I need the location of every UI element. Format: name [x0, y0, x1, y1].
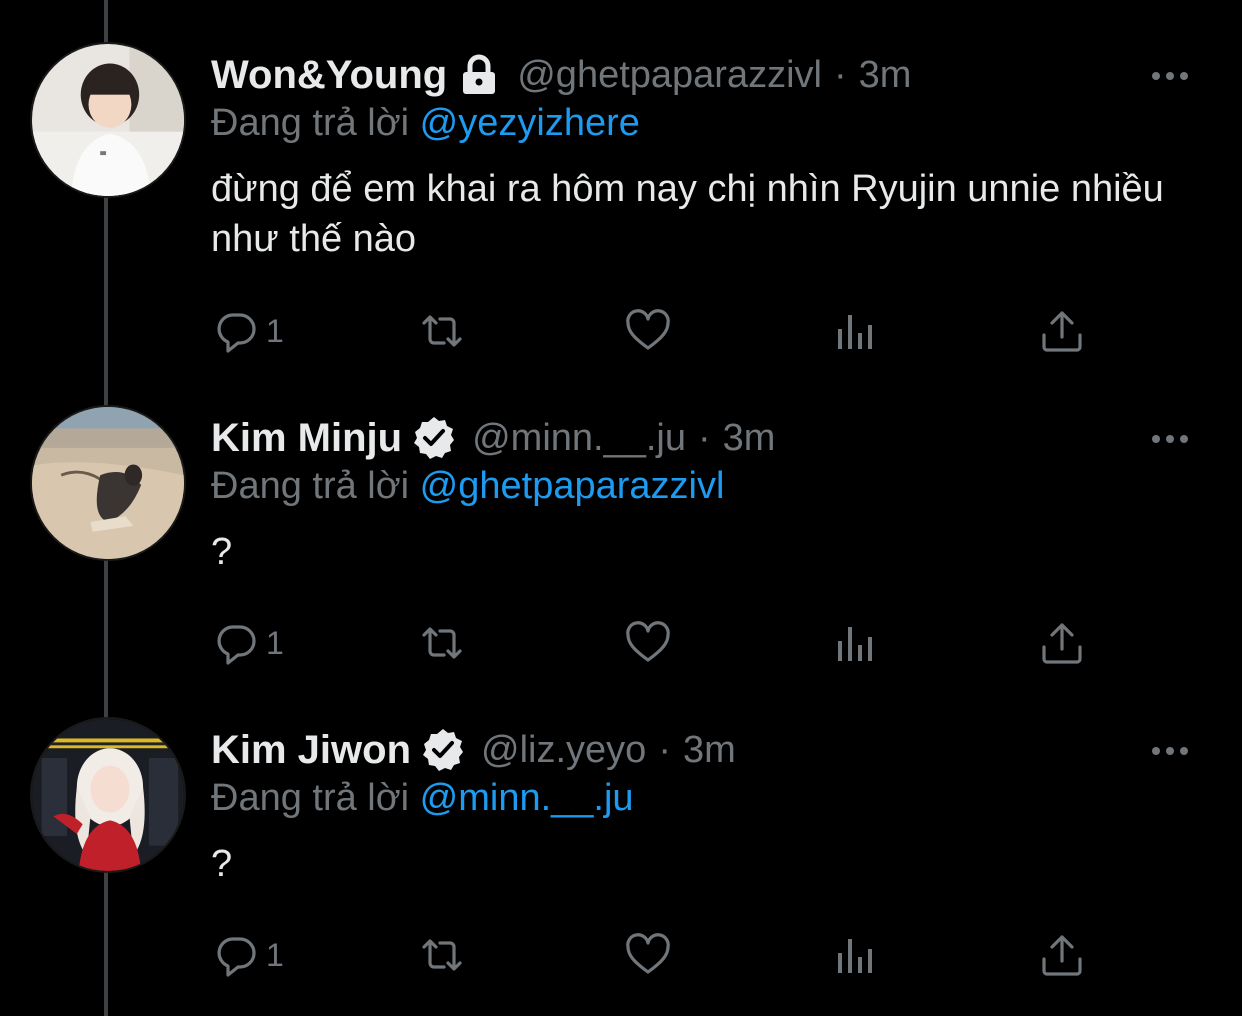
tweet-actions: 1 [212, 306, 1092, 356]
avatar[interactable] [30, 42, 186, 198]
separator-dot: · [833, 53, 847, 96]
user-handle[interactable]: @ghetpaparazzivl [517, 54, 822, 97]
user-handle[interactable]: @liz.yeyo [481, 729, 646, 772]
retweet-icon [418, 619, 466, 667]
share-icon [1038, 931, 1086, 979]
retweet-button[interactable] [418, 618, 466, 668]
user-handle[interactable]: @minn.__.ju [472, 417, 686, 460]
reply-button[interactable]: 1 [212, 618, 284, 668]
replying-to: Đang trả lời @minn.__.ju [211, 777, 634, 820]
timestamp[interactable]: 3m [723, 417, 776, 460]
more-icon[interactable] [1150, 745, 1190, 757]
views-button[interactable] [832, 618, 880, 668]
like-button[interactable] [624, 930, 672, 980]
verified-icon [419, 726, 467, 774]
tweet-actions: 1 [212, 618, 1092, 668]
display-name[interactable]: Kim Minju [211, 416, 402, 461]
share-button[interactable] [1038, 930, 1086, 980]
replying-to: Đang trả lời @ghetpaparazzivl [211, 465, 724, 508]
tweet-text: ? [211, 531, 233, 573]
display-name[interactable]: Kim Jiwon [211, 728, 411, 773]
heart-icon [624, 931, 672, 979]
reply-count: 1 [266, 936, 284, 973]
analytics-icon [832, 307, 880, 355]
reply-count: 1 [266, 312, 284, 349]
verified-icon [410, 414, 458, 462]
replying-to-label: Đang trả lời [211, 102, 410, 144]
mention-link[interactable]: @yezyizhere [420, 102, 640, 144]
like-button[interactable] [624, 618, 672, 668]
views-button[interactable] [832, 306, 880, 356]
analytics-icon [832, 931, 880, 979]
lock-icon [455, 51, 503, 99]
retweet-icon [418, 931, 466, 979]
share-icon [1038, 619, 1086, 667]
reply-icon [212, 307, 260, 355]
separator-dot: · [658, 728, 671, 771]
tweet-text: ? [211, 843, 233, 885]
share-button[interactable] [1038, 618, 1086, 668]
timestamp[interactable]: 3m [859, 54, 912, 97]
reply-button[interactable]: 1 [212, 306, 284, 356]
reply-button[interactable]: 1 [212, 930, 284, 980]
mention-link[interactable]: @minn.__.ju [420, 777, 634, 819]
reply-icon [212, 619, 260, 667]
tweet-actions: 1 [212, 930, 1092, 980]
share-button[interactable] [1038, 306, 1086, 356]
analytics-icon [832, 619, 880, 667]
heart-icon [624, 619, 672, 667]
tweet-text: đừng để em khai ra hôm nay chị nhìn Ryuj… [211, 168, 1164, 260]
avatar[interactable] [30, 717, 186, 873]
replying-to-label: Đang trả lời [211, 777, 410, 819]
share-icon [1038, 307, 1086, 355]
retweet-button[interactable] [418, 930, 466, 980]
replying-to-label: Đang trả lời [211, 465, 410, 507]
more-icon[interactable] [1150, 70, 1190, 82]
retweet-icon [418, 307, 466, 355]
heart-icon [624, 307, 672, 355]
more-icon[interactable] [1150, 433, 1190, 445]
separator-dot: · [698, 416, 711, 459]
display-name[interactable]: Won&Young [211, 53, 447, 98]
like-button[interactable] [624, 306, 672, 356]
mention-link[interactable]: @ghetpaparazzivl [420, 465, 725, 507]
avatar[interactable] [30, 405, 186, 561]
replying-to: Đang trả lời @yezyizhere [211, 102, 640, 145]
reply-count: 1 [266, 624, 284, 661]
reply-icon [212, 931, 260, 979]
retweet-button[interactable] [418, 306, 466, 356]
views-button[interactable] [832, 930, 880, 980]
timestamp[interactable]: 3m [683, 729, 736, 772]
